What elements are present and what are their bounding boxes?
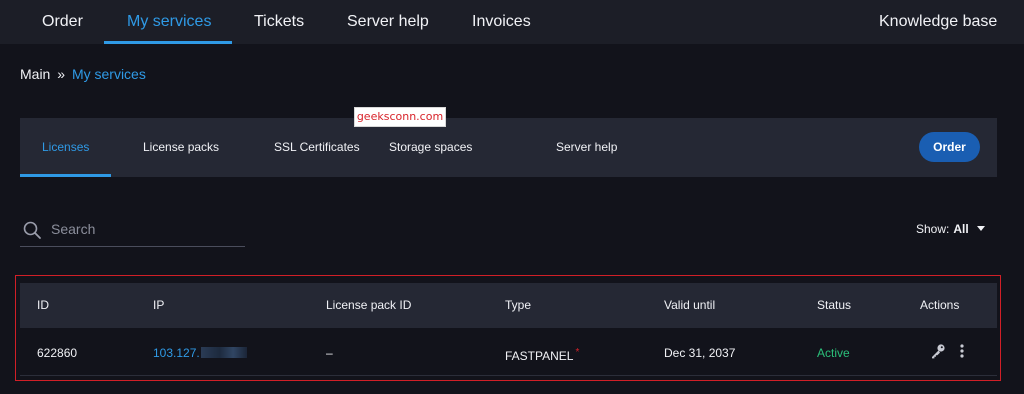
- tab-active-indicator: [20, 174, 111, 177]
- column-header-id[interactable]: ID: [37, 283, 49, 328]
- tab-license-packs[interactable]: License packs: [143, 118, 219, 177]
- tab-licenses[interactable]: Licenses: [42, 118, 89, 177]
- tab-server-help[interactable]: Server help: [556, 118, 617, 177]
- nav-knowledge-base[interactable]: Knowledge base: [879, 0, 997, 44]
- valid-until: Dec 31, 2037: [664, 346, 736, 360]
- search-icon: [23, 221, 41, 239]
- breadcrumb: Main » My services: [20, 66, 146, 82]
- ip-link[interactable]: 103.127.: [153, 346, 200, 360]
- breadcrumb-main[interactable]: Main: [20, 66, 50, 82]
- table-row: 622860 103.127. – FASTPANEL * Dec 31, 203…: [20, 330, 997, 376]
- top-navigation: Order My services Tickets Server help In…: [0, 0, 1024, 44]
- type-cell: FASTPANEL *: [505, 330, 579, 376]
- license-type: FASTPANEL: [505, 349, 574, 363]
- breadcrumb-my-services[interactable]: My services: [72, 66, 146, 82]
- tab-ssl-certificates[interactable]: SSL Certificates: [274, 118, 360, 177]
- ip-redacted-blur: [200, 347, 247, 358]
- nav-tickets[interactable]: Tickets: [254, 0, 304, 44]
- show-filter-label: Show:: [916, 222, 950, 236]
- search-input[interactable]: [51, 218, 241, 240]
- column-header-license-pack-id[interactable]: License pack ID: [326, 283, 411, 328]
- caret-down-icon: [976, 226, 985, 231]
- license-pack-id: –: [326, 346, 333, 360]
- column-header-valid-until[interactable]: Valid until: [664, 283, 715, 328]
- more-vertical-icon[interactable]: [957, 343, 967, 359]
- show-filter-value: All: [953, 222, 969, 236]
- column-header-status[interactable]: Status: [817, 283, 851, 328]
- order-button[interactable]: Order: [919, 132, 980, 162]
- nav-server-help[interactable]: Server help: [347, 0, 429, 44]
- nav-invoices[interactable]: Invoices: [472, 0, 531, 44]
- search-box: [20, 214, 245, 247]
- nav-active-indicator: [104, 41, 232, 44]
- column-header-ip[interactable]: IP: [153, 283, 164, 328]
- breadcrumb-separator: »: [57, 66, 66, 82]
- services-tab-bar: Licenses License packs SSL Certificates …: [20, 118, 997, 177]
- status-badge: Active: [817, 346, 850, 360]
- show-filter-dropdown[interactable]: Show: All: [916, 222, 985, 236]
- column-header-actions: Actions: [920, 298, 960, 312]
- licenses-table-header: ID IP License pack ID Type Valid until S…: [20, 283, 997, 328]
- license-id: 622860: [37, 346, 78, 360]
- column-header-type[interactable]: Type: [505, 283, 531, 328]
- nav-order[interactable]: Order: [42, 0, 83, 44]
- watermark-label: geeksconn.com: [354, 107, 446, 127]
- ip-cell: 103.127.: [153, 330, 247, 376]
- nav-my-services[interactable]: My services: [127, 0, 211, 44]
- key-icon[interactable]: [930, 343, 946, 359]
- type-marker: *: [575, 347, 580, 358]
